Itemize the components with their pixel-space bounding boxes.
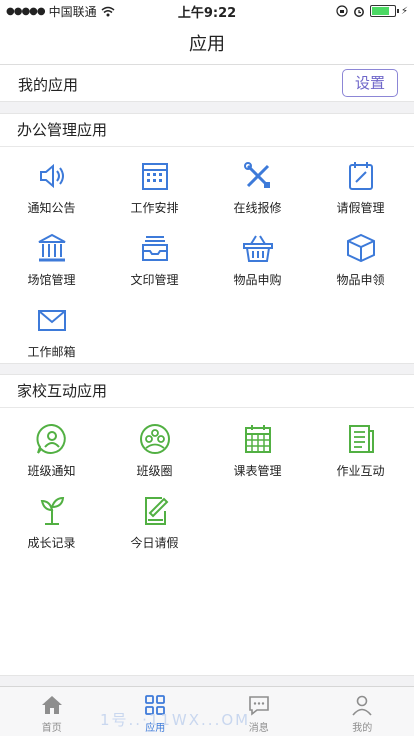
- tools-icon: [243, 162, 270, 188]
- app-label: 课表管理: [233, 464, 282, 478]
- app-homework-interaction[interactable]: 作业互动: [309, 422, 412, 479]
- tab-bar: 首页 应用 消息 我的 1号..·11WX...OM: [0, 686, 414, 736]
- app-work-schedule[interactable]: 工作安排: [103, 159, 206, 216]
- app-label: 文印管理: [130, 273, 179, 287]
- status-bar: ●●●●● 中国联通 上午9:22 ⚡: [0, 0, 414, 22]
- note-icon: [348, 162, 373, 190]
- app-label: 物品申领: [336, 273, 385, 287]
- building-icon: [38, 233, 65, 262]
- tab-label: 首页: [41, 723, 62, 734]
- app-timetable-management[interactable]: 课表管理: [206, 422, 309, 479]
- app-venue-management[interactable]: 场馆管理: [0, 231, 103, 288]
- basket-icon: [242, 235, 273, 262]
- box-icon: [346, 233, 375, 263]
- app-label: 班级圈: [136, 464, 173, 478]
- app-label: 工作安排: [130, 201, 179, 215]
- tab-label: 我的: [352, 723, 373, 734]
- tab-me[interactable]: 我的: [311, 687, 414, 736]
- tab-home[interactable]: 首页: [0, 687, 104, 736]
- home-school-section: 家校互动应用 班级通知 班级圈 课表管理 作业互动 成长记录 今日请假: [0, 374, 414, 676]
- page-title: 应用: [189, 34, 225, 55]
- mail-icon: [37, 310, 66, 331]
- office-section: 办公管理应用 通知公告 工作安排 在线报修 请假管理 场馆管理 文印管理 物品申…: [0, 113, 414, 364]
- app-label: 工作邮箱: [27, 345, 76, 359]
- office-section-title: 办公管理应用: [0, 114, 414, 147]
- home-icon: [41, 696, 62, 714]
- app-label: 班级通知: [27, 464, 76, 478]
- document-icon: [348, 425, 374, 453]
- app-label: 物品申购: [233, 273, 282, 287]
- home-school-section-title: 家校互动应用: [0, 375, 414, 408]
- calendar-icon: [141, 163, 168, 190]
- app-leave-management[interactable]: 请假管理: [309, 159, 412, 216]
- my-apps-title: 我的应用: [18, 76, 79, 94]
- inbox-icon: [141, 236, 168, 261]
- app-online-repair[interactable]: 在线报修: [206, 159, 309, 216]
- app-notice[interactable]: 通知公告: [0, 159, 103, 216]
- app-label: 场馆管理: [27, 273, 76, 287]
- app-today-leave[interactable]: 今日请假: [103, 494, 206, 551]
- app-growth-record[interactable]: 成长记录: [0, 494, 103, 551]
- app-item-request[interactable]: 物品申领: [309, 231, 412, 288]
- group-icon: [139, 424, 170, 454]
- app-item-purchase[interactable]: 物品申购: [206, 231, 309, 288]
- app-work-mailbox[interactable]: 工作邮箱: [0, 303, 103, 360]
- my-apps-row: 我的应用 设置: [0, 65, 414, 102]
- charging-icon: ⚡: [400, 5, 408, 17]
- app-label: 请假管理: [336, 201, 385, 215]
- settings-button[interactable]: 设置: [342, 69, 398, 97]
- timetable-icon: [244, 425, 271, 453]
- app-label: 成长记录: [27, 536, 76, 550]
- alarm-icon: [354, 7, 364, 17]
- app-label: 今日请假: [130, 536, 179, 550]
- orientation-lock-icon: [336, 5, 348, 17]
- app-class-circle[interactable]: 班级圈: [103, 422, 206, 479]
- app-label: 作业互动: [336, 464, 385, 478]
- app-printing-management[interactable]: 文印管理: [103, 231, 206, 288]
- edit-form-icon: [144, 497, 168, 525]
- app-label: 在线报修: [233, 201, 282, 215]
- nav-bar: 应用: [0, 22, 414, 65]
- app-class-notice[interactable]: 班级通知: [0, 422, 103, 479]
- sprout-icon: [40, 496, 64, 525]
- battery-icon: [369, 5, 399, 17]
- app-label: 通知公告: [27, 201, 76, 215]
- speaker-icon: [39, 163, 64, 189]
- message-icon: [248, 696, 269, 716]
- user-icon: [352, 695, 372, 716]
- status-right: ⚡: [336, 5, 408, 17]
- chat-person-icon: [36, 423, 66, 454]
- watermark: 1号..·11WX...OM: [100, 711, 251, 729]
